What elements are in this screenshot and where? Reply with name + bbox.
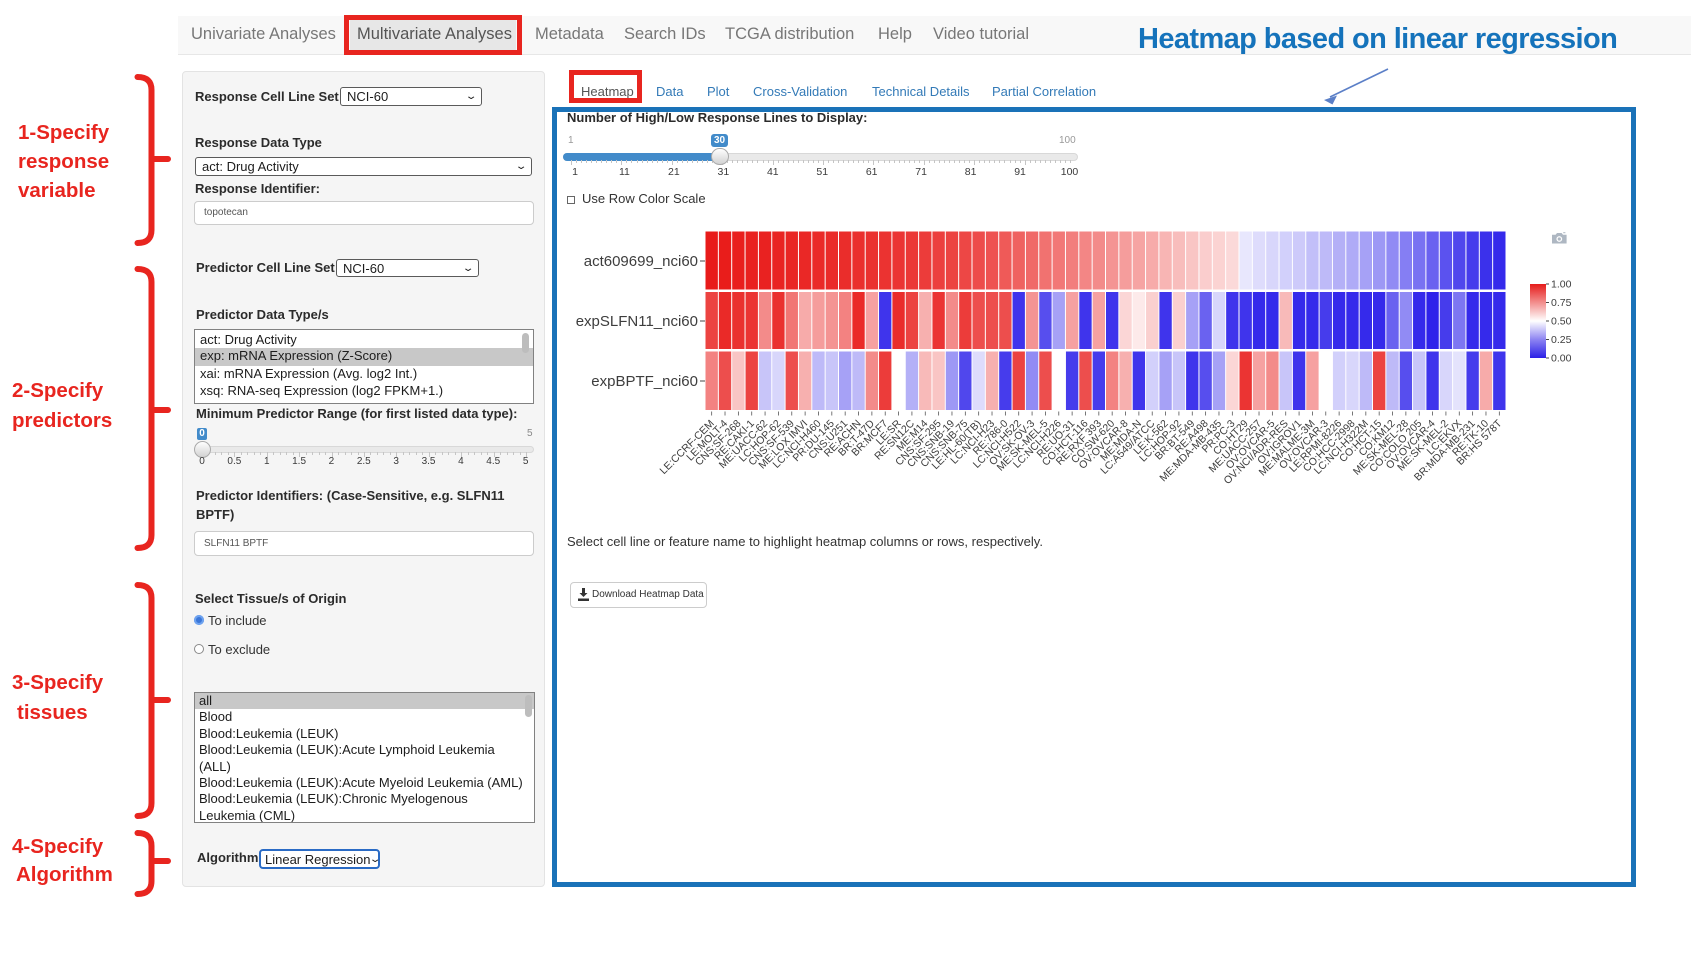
svg-text:expSLFN11_nci60: expSLFN11_nci60 [576,313,698,330]
svg-text:0.75: 0.75 [1551,297,1572,309]
svg-text:0.50: 0.50 [1551,316,1572,328]
svg-text:expBPTF_nci60: expBPTF_nci60 [591,373,698,390]
svg-text:0.00: 0.00 [1551,353,1572,365]
svg-text:1.00: 1.00 [1551,279,1572,291]
svg-text:act609699_nci60: act609699_nci60 [584,253,698,270]
svg-text:0.25: 0.25 [1551,334,1572,346]
